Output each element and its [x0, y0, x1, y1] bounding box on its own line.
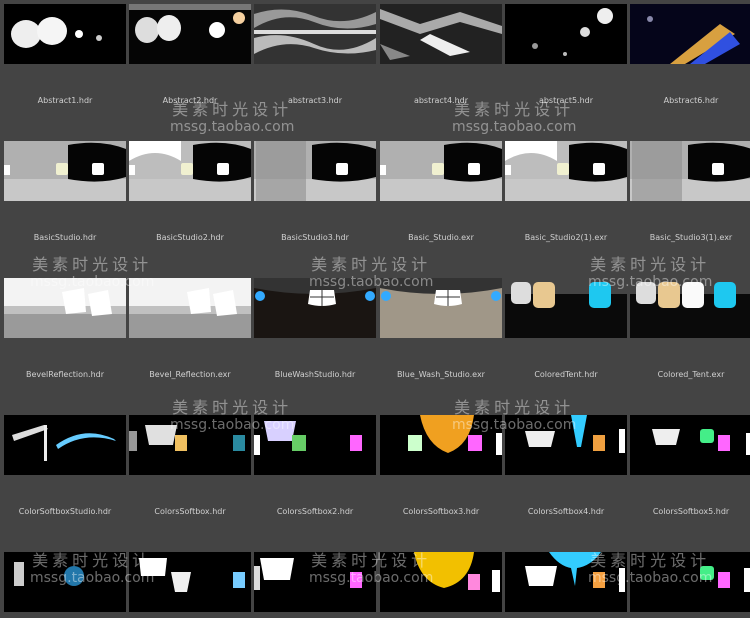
- hdri-thumbnail[interactable]: [254, 141, 376, 201]
- hdri-thumbnail[interactable]: [505, 4, 627, 64]
- hdri-filename-label: ColorsSoftbox4.hdr: [527, 507, 605, 516]
- hdri-thumbnail[interactable]: [129, 4, 251, 64]
- hdri-filename-label: BasicStudio.hdr: [33, 233, 97, 242]
- hdri-filename-label: ColorsSoftbox.hdr: [154, 507, 226, 516]
- hdri-filename-label: Basic_Studio2(1).exr: [524, 233, 608, 242]
- hdri-thumbnail[interactable]: [505, 552, 627, 612]
- hdri-thumbnail[interactable]: [505, 278, 627, 338]
- hdri-filename-label: abstract4.hdr: [413, 96, 469, 105]
- hdri-filename-label: Bevel_Reflection.exr: [149, 370, 231, 379]
- hdri-filename-label: ColorsSoftbox5.hdr: [652, 507, 730, 516]
- hdri-filename-label: Basic_Studio.exr: [408, 233, 474, 242]
- hdri-filename-label: Basic_Studio3(1).exr: [649, 233, 733, 242]
- hdri-thumbnail[interactable]: [4, 4, 126, 64]
- hdri-filename-label: Abstract1.hdr: [37, 96, 93, 105]
- hdri-thumbnail[interactable]: [380, 552, 502, 612]
- hdri-thumbnail[interactable]: [254, 278, 376, 338]
- hdri-thumbnail[interactable]: [630, 4, 750, 64]
- hdri-filename-label: ColorsSoftbox3.hdr: [402, 507, 480, 516]
- hdri-thumbnail[interactable]: [129, 278, 251, 338]
- hdri-thumbnail[interactable]: [630, 278, 750, 338]
- hdri-filename-label: ColorsSoftbox2.hdr: [276, 507, 354, 516]
- hdri-filename-label: BasicStudio2.hdr: [156, 233, 224, 242]
- hdri-thumbnail[interactable]: [4, 415, 126, 475]
- hdri-thumbnail[interactable]: [630, 552, 750, 612]
- hdri-filename-label: abstract5.hdr: [538, 96, 594, 105]
- hdri-filename-label: BasicStudio3.hdr: [281, 233, 349, 242]
- hdri-filename-label: ColorSoftboxStudio.hdr: [18, 507, 112, 516]
- hdri-thumbnail[interactable]: [129, 552, 251, 612]
- hdri-thumbnail[interactable]: [380, 141, 502, 201]
- hdri-thumbnail[interactable]: [129, 415, 251, 475]
- hdri-thumbnail[interactable]: [254, 4, 376, 64]
- hdri-thumbnail[interactable]: [630, 415, 750, 475]
- hdri-thumbnail[interactable]: [129, 141, 251, 201]
- hdri-thumbnail[interactable]: [505, 415, 627, 475]
- hdri-thumbnail[interactable]: [380, 278, 502, 338]
- hdri-thumbnail[interactable]: [4, 278, 126, 338]
- hdri-filename-label: ColoredTent.hdr: [534, 370, 598, 379]
- hdri-filename-label: BlueWashStudio.hdr: [274, 370, 356, 379]
- hdri-thumbnail[interactable]: [505, 141, 627, 201]
- hdri-thumbnail[interactable]: [380, 415, 502, 475]
- hdri-thumbnail-browser: Abstract1.hdr Abstract2.hdr abstract3.hdr a…: [0, 0, 750, 618]
- hdri-thumbnail[interactable]: [4, 552, 126, 612]
- hdri-filename-label: abstract3.hdr: [287, 96, 343, 105]
- hdri-filename-label: Colored_Tent.exr: [657, 370, 725, 379]
- hdri-thumbnail[interactable]: [630, 141, 750, 201]
- hdri-thumbnail[interactable]: [4, 141, 126, 201]
- hdri-thumbnail[interactable]: [254, 415, 376, 475]
- hdri-filename-label: Abstract2.hdr: [162, 96, 218, 105]
- hdri-thumbnail[interactable]: [380, 4, 502, 64]
- hdri-filename-label: Abstract6.hdr: [663, 96, 719, 105]
- hdri-thumbnail[interactable]: [254, 552, 376, 612]
- hdri-filename-label: BevelReflection.hdr: [25, 370, 105, 379]
- hdri-filename-label: Blue_Wash_Studio.exr: [397, 370, 485, 379]
